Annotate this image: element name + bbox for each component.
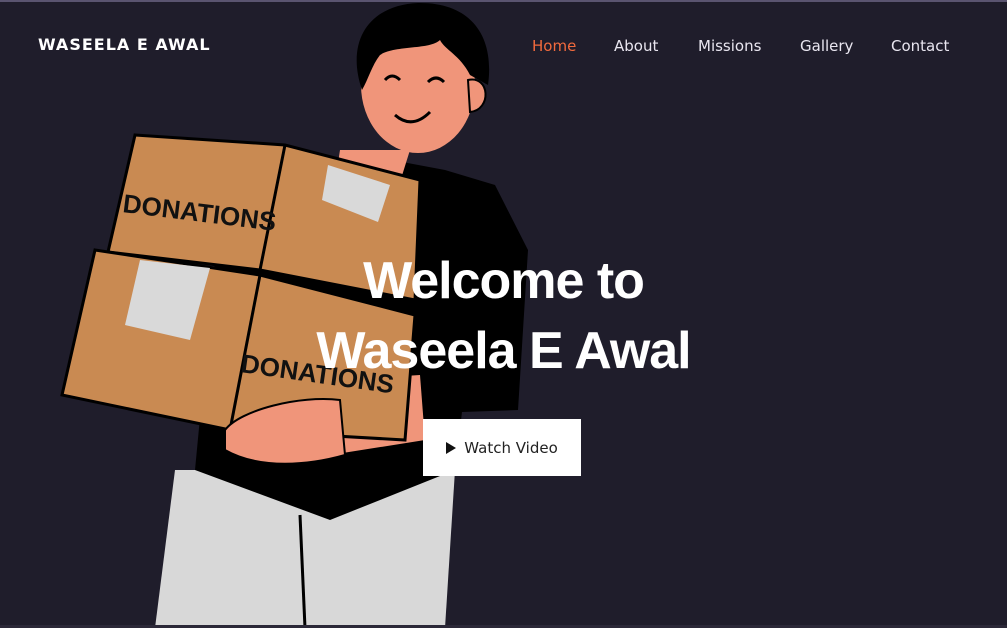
nav-missions[interactable]: Missions <box>698 37 761 55</box>
nav-gallery[interactable]: Gallery <box>800 37 853 55</box>
nav-home[interactable]: Home <box>532 37 576 55</box>
hero-title: Welcome to Waseela E Awal <box>0 246 1007 386</box>
hero-title-line-1: Welcome to <box>363 252 645 310</box>
main-nav: Home About Missions Gallery Contact <box>0 37 1007 57</box>
play-icon <box>446 441 457 454</box>
watch-video-button[interactable]: Watch Video <box>423 419 581 476</box>
ear <box>466 78 487 114</box>
hero-title-line-2: Waseela E Awal <box>316 322 691 380</box>
watch-video-label: Watch Video <box>464 438 558 457</box>
nav-about[interactable]: About <box>614 37 658 55</box>
nav-contact[interactable]: Contact <box>891 37 949 55</box>
